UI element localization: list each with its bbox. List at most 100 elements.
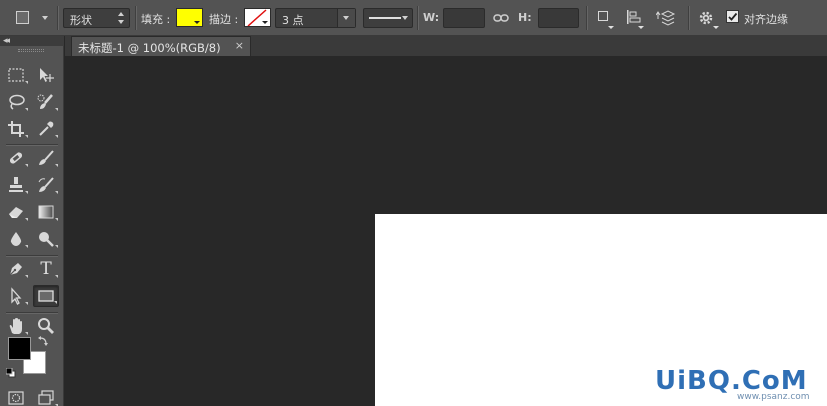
pen-tool[interactable] — [3, 258, 29, 280]
clone-stamp-tool[interactable] — [3, 174, 29, 196]
separator — [135, 6, 136, 30]
dropdown-icon — [25, 275, 28, 278]
dropdown-icon — [194, 21, 200, 24]
stroke-width-dropdown-button[interactable] — [337, 9, 355, 27]
toolbox-divider — [6, 312, 58, 313]
toolbox: ◂◂ T — [0, 36, 64, 406]
dropdown-icon — [638, 26, 644, 29]
blur-tool[interactable] — [3, 228, 29, 250]
height-input[interactable] — [538, 8, 579, 28]
default-colors-icon[interactable] — [6, 368, 16, 378]
solid-line-icon — [369, 17, 401, 19]
dropdown-icon — [262, 21, 268, 24]
quick-selection-brush-icon — [37, 94, 53, 109]
toolbox-divider — [6, 144, 58, 145]
separator — [57, 6, 58, 30]
magnifier-icon — [38, 318, 54, 334]
brush-tool[interactable] — [33, 147, 59, 169]
quick-selection-tool[interactable] — [33, 91, 59, 113]
path-select-arrow-icon — [11, 287, 22, 305]
options-bar: 形状 填充 : 描边 : 3 点 W: H: 对齐边缘 — [0, 0, 827, 36]
eraser-tool[interactable] — [3, 201, 29, 223]
history-brush-tool[interactable] — [33, 174, 59, 196]
separator — [417, 6, 418, 30]
spot-healing-brush-tool[interactable] — [3, 147, 29, 169]
dropdown-icon — [55, 108, 58, 111]
dropdown-icon — [25, 218, 28, 221]
screen-mode-icon — [38, 390, 54, 405]
chevron-down-icon — [42, 16, 48, 20]
quick-mask-button[interactable] — [3, 387, 29, 406]
hand-icon — [9, 318, 22, 334]
dropdown-icon — [25, 191, 28, 194]
stroke-type-select[interactable] — [363, 8, 413, 28]
foreground-color-swatch[interactable] — [8, 337, 31, 360]
height-label: H: — [518, 11, 532, 24]
rectangle-preset-icon — [16, 11, 29, 24]
chevron-down-icon — [402, 16, 408, 20]
close-icon[interactable]: × — [235, 39, 244, 52]
dropdown-icon — [55, 135, 58, 138]
watermark-url: www.psanz.com — [737, 392, 810, 402]
toolbox-divider — [6, 255, 58, 256]
path-selection-tool[interactable] — [3, 285, 29, 307]
gradient-icon — [38, 205, 54, 219]
stroke-width-input[interactable]: 3 点 — [275, 8, 356, 28]
dodge-tool[interactable] — [33, 228, 59, 250]
tool-preset-picker[interactable] — [12, 8, 54, 28]
path-alignment-button[interactable] — [626, 9, 644, 29]
path-arrangement-button[interactable] — [656, 9, 676, 29]
width-label: W: — [423, 11, 440, 24]
move-arrow-icon — [40, 68, 54, 82]
link-icon[interactable] — [493, 12, 509, 24]
type-tool[interactable]: T — [33, 258, 59, 280]
arrange-layers-icon — [656, 10, 676, 26]
align-edges-label: 对齐边缘 — [744, 13, 788, 26]
eyedropper-icon — [39, 121, 54, 136]
dropdown-icon — [55, 218, 58, 221]
crop-tool[interactable] — [3, 118, 29, 140]
stroke-color-swatch[interactable] — [244, 8, 271, 27]
dropdown-icon — [713, 26, 719, 29]
hand-tool[interactable] — [3, 315, 29, 337]
rectangular-marquee-tool[interactable] — [3, 64, 29, 86]
dropdown-icon — [55, 245, 58, 248]
dropdown-icon — [55, 191, 58, 194]
width-input[interactable] — [443, 8, 485, 28]
rectangle-tool[interactable] — [33, 285, 59, 307]
stamp-icon — [9, 177, 23, 192]
geometry-options-button[interactable] — [697, 9, 719, 29]
toolbox-header: ◂◂ — [0, 36, 64, 46]
document-tab-title: 未标题-1 @ 100%(RGB/8) — [78, 41, 221, 55]
zoom-tool[interactable] — [33, 315, 59, 337]
dropdown-icon — [608, 26, 614, 29]
path-operations-icon — [598, 11, 608, 21]
eyedropper-tool[interactable] — [33, 118, 59, 140]
toolbox-grip[interactable] — [18, 49, 44, 52]
move-tool[interactable] — [33, 64, 59, 86]
collapse-icon[interactable]: ◂◂ — [3, 36, 10, 46]
chevron-down-icon — [343, 16, 349, 20]
document-tab[interactable]: 未标题-1 @ 100%(RGB/8) × — [71, 36, 251, 56]
swap-colors-icon[interactable] — [37, 336, 49, 348]
spin-arrows-icon — [118, 12, 124, 24]
gradient-tool[interactable] — [33, 201, 59, 223]
fill-color-swatch[interactable] — [176, 8, 203, 27]
stroke-width-value: 3 点 — [282, 14, 304, 27]
path-operations-button[interactable] — [596, 9, 614, 29]
align-edges-checkbox[interactable] — [726, 10, 739, 23]
fill-label: 填充 : — [141, 13, 171, 26]
dropdown-icon — [25, 332, 28, 335]
type-icon: T — [40, 259, 52, 279]
screen-mode-button[interactable] — [33, 387, 59, 406]
dropdown-icon — [55, 164, 58, 167]
tool-mode-select[interactable]: 形状 — [63, 8, 130, 28]
stroke-label: 描边 : — [209, 13, 239, 26]
lasso-tool[interactable] — [3, 91, 29, 113]
separator — [586, 6, 587, 30]
dropdown-icon — [25, 135, 28, 138]
lasso-icon — [9, 94, 25, 110]
checkmark-icon — [728, 12, 738, 21]
dropdown-icon — [25, 164, 28, 167]
rectangle-shape-icon — [38, 290, 54, 302]
